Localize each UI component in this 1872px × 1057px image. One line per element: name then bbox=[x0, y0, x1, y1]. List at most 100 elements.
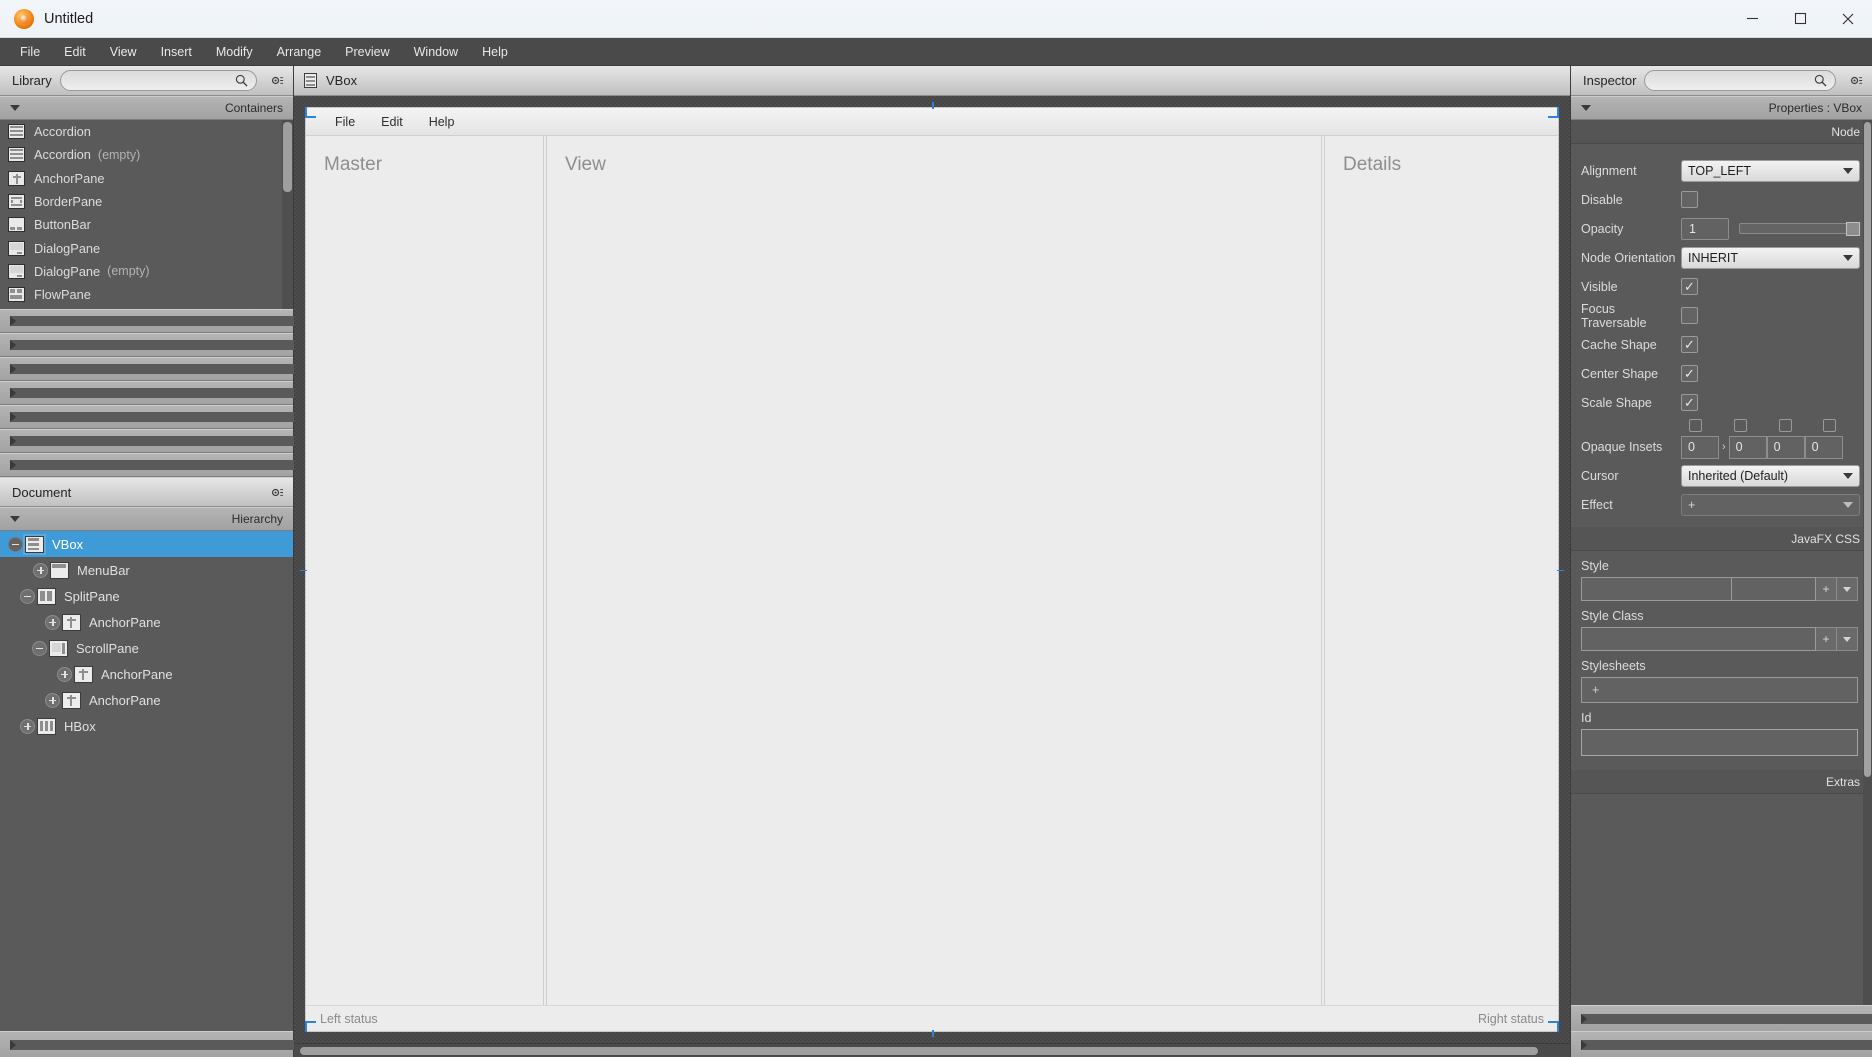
canvas-horizontal-scrollbar[interactable] bbox=[294, 1043, 1570, 1057]
opaque-inset-top-input[interactable]: 0 bbox=[1681, 435, 1719, 459]
list-item[interactable]: FlowPane bbox=[0, 283, 293, 306]
inspector-search[interactable] bbox=[1644, 70, 1836, 91]
style-value-input[interactable] bbox=[1732, 577, 1816, 601]
library-section-charts[interactable]: Charts bbox=[0, 429, 347, 453]
tree-item-anchorpane-2[interactable]: AnchorPane bbox=[0, 661, 293, 687]
list-item[interactable]: DialogPane bbox=[0, 236, 293, 259]
inspector-section-properties[interactable]: Properties : VBox bbox=[1571, 96, 1872, 120]
menu-help[interactable]: Help bbox=[470, 41, 520, 63]
focus-traversable-checkbox[interactable] bbox=[1681, 307, 1698, 324]
document-section-hierarchy[interactable]: Hierarchy bbox=[0, 507, 293, 531]
visible-checkbox[interactable] bbox=[1681, 278, 1698, 295]
inspector-scrollbar-thumb[interactable] bbox=[1864, 122, 1871, 777]
selection-handle-right[interactable] bbox=[1557, 569, 1564, 571]
node-orientation-dropdown[interactable]: INHERIT bbox=[1681, 246, 1860, 269]
list-item[interactable]: DialogPane (empty) bbox=[0, 260, 293, 283]
library-section-controls[interactable]: Controls bbox=[0, 309, 357, 333]
collapse-toggle-icon[interactable] bbox=[8, 536, 23, 552]
library-gear-icon[interactable] bbox=[265, 73, 287, 88]
style-input[interactable] bbox=[1581, 577, 1733, 601]
expand-toggle-icon[interactable] bbox=[33, 562, 48, 578]
collapse-toggle-icon[interactable] bbox=[32, 640, 47, 656]
effect-dropdown[interactable]: + bbox=[1681, 493, 1860, 516]
preview-menu-help[interactable]: Help bbox=[416, 115, 468, 129]
style-menu-button[interactable] bbox=[1837, 577, 1858, 601]
library-search-input[interactable] bbox=[68, 73, 235, 88]
document-section-controller[interactable]: Controller bbox=[0, 1031, 364, 1057]
library-section-menu[interactable]: Menu bbox=[0, 357, 342, 381]
tree-item-hbox[interactable]: HBox bbox=[0, 713, 293, 739]
menu-edit[interactable]: Edit bbox=[52, 41, 98, 63]
opaque-inset-top-checkbox[interactable] bbox=[1689, 418, 1702, 432]
menu-insert[interactable]: Insert bbox=[149, 41, 204, 63]
close-icon[interactable] bbox=[1824, 0, 1872, 38]
library-scrollbar-track[interactable] bbox=[282, 120, 293, 309]
opacity-input[interactable]: 1 bbox=[1681, 217, 1729, 240]
scale-shape-checkbox[interactable] bbox=[1681, 394, 1698, 411]
opaque-inset-right-input[interactable]: 0 bbox=[1728, 435, 1767, 459]
breadcrumb[interactable]: VBox bbox=[326, 73, 357, 88]
opacity-slider[interactable] bbox=[1739, 222, 1860, 236]
document-gear-icon[interactable] bbox=[265, 485, 287, 500]
opaque-inset-bottom-checkbox[interactable] bbox=[1778, 418, 1792, 432]
library-section-3d[interactable]: 3D bbox=[0, 453, 327, 477]
inspector-section-code[interactable]: Code : VBox bbox=[1571, 1031, 1872, 1057]
library-search[interactable] bbox=[59, 70, 257, 91]
menu-preview[interactable]: Preview bbox=[333, 41, 401, 63]
preview-pane-details[interactable]: Details bbox=[1325, 136, 1558, 1005]
preview-pane-view[interactable]: View bbox=[547, 136, 1321, 1005]
library-section-miscellaneous[interactable]: Miscellaneous bbox=[0, 381, 388, 405]
maximize-icon[interactable] bbox=[1776, 0, 1824, 38]
style-class-menu-button[interactable] bbox=[1837, 627, 1858, 651]
inspector-section-layout[interactable]: Layout : VBox bbox=[1571, 1005, 1872, 1031]
tree-item-menubar[interactable]: MenuBar bbox=[0, 557, 293, 583]
preview-menu-file[interactable]: File bbox=[322, 115, 368, 129]
preview-pane-master[interactable]: Master bbox=[306, 136, 543, 1005]
library-scrollbar-thumb[interactable] bbox=[283, 122, 292, 192]
expand-toggle-icon[interactable] bbox=[45, 692, 60, 708]
library-section-shapes[interactable]: Shapes bbox=[0, 405, 353, 429]
preview-root-vbox[interactable]: File Edit Help Master View Details Left … bbox=[300, 102, 1564, 1037]
menu-view[interactable]: View bbox=[98, 41, 149, 63]
menu-file[interactable]: File bbox=[8, 41, 52, 63]
cache-shape-checkbox[interactable] bbox=[1681, 336, 1698, 353]
style-class-input[interactable] bbox=[1581, 627, 1816, 651]
list-item[interactable]: ButtonBar bbox=[0, 213, 293, 236]
style-class-add-button[interactable]: + bbox=[1816, 627, 1837, 651]
expand-toggle-icon[interactable] bbox=[20, 718, 35, 734]
tree-item-scrollpane[interactable]: ScrollPane bbox=[0, 635, 293, 661]
inspector-gear-icon[interactable] bbox=[1844, 73, 1866, 88]
expand-toggle-icon[interactable] bbox=[57, 666, 72, 682]
preview-menu-edit[interactable]: Edit bbox=[368, 115, 416, 129]
center-shape-checkbox[interactable] bbox=[1681, 365, 1698, 382]
minimize-icon[interactable] bbox=[1728, 0, 1776, 38]
opaque-inset-left-input[interactable]: 0 bbox=[1804, 435, 1843, 459]
inspector-scrollbar-track[interactable] bbox=[1863, 120, 1872, 1005]
list-item[interactable]: AnchorPane bbox=[0, 167, 293, 190]
tree-item-anchorpane-3[interactable]: AnchorPane bbox=[0, 687, 293, 713]
cursor-dropdown[interactable]: Inherited (Default) bbox=[1681, 464, 1860, 487]
scrollbar-thumb[interactable] bbox=[300, 1047, 1538, 1055]
menu-arrange[interactable]: Arrange bbox=[265, 41, 333, 63]
library-section-containers[interactable]: Containers bbox=[0, 96, 293, 120]
tree-item-anchorpane-1[interactable]: AnchorPane bbox=[0, 609, 293, 635]
inspector-search-input[interactable] bbox=[1653, 73, 1814, 88]
selection-handle-bottom[interactable] bbox=[932, 1030, 934, 1037]
alignment-dropdown[interactable]: TOP_LEFT bbox=[1681, 159, 1860, 182]
id-input[interactable] bbox=[1581, 729, 1858, 756]
tree-item-vbox[interactable]: VBox bbox=[0, 531, 293, 557]
collapse-toggle-icon[interactable] bbox=[20, 588, 35, 604]
slider-knob[interactable] bbox=[1846, 222, 1860, 236]
tree-item-splitpane[interactable]: SplitPane bbox=[0, 583, 293, 609]
opaque-inset-right-checkbox[interactable] bbox=[1733, 418, 1747, 432]
menu-modify[interactable]: Modify bbox=[204, 41, 265, 63]
list-item[interactable]: BorderPane bbox=[0, 190, 293, 213]
stylesheets-add-field[interactable]: + bbox=[1581, 677, 1858, 703]
design-canvas[interactable]: File Edit Help Master View Details Left … bbox=[294, 96, 1570, 1043]
library-section-gluon[interactable]: Gluon bbox=[0, 333, 344, 357]
opaque-inset-left-checkbox[interactable] bbox=[1823, 418, 1837, 432]
list-item[interactable]: Accordion bbox=[0, 120, 293, 143]
menu-window[interactable]: Window bbox=[402, 41, 470, 63]
opaque-inset-bottom-input[interactable]: 0 bbox=[1766, 435, 1805, 459]
style-add-button[interactable]: + bbox=[1816, 577, 1837, 601]
